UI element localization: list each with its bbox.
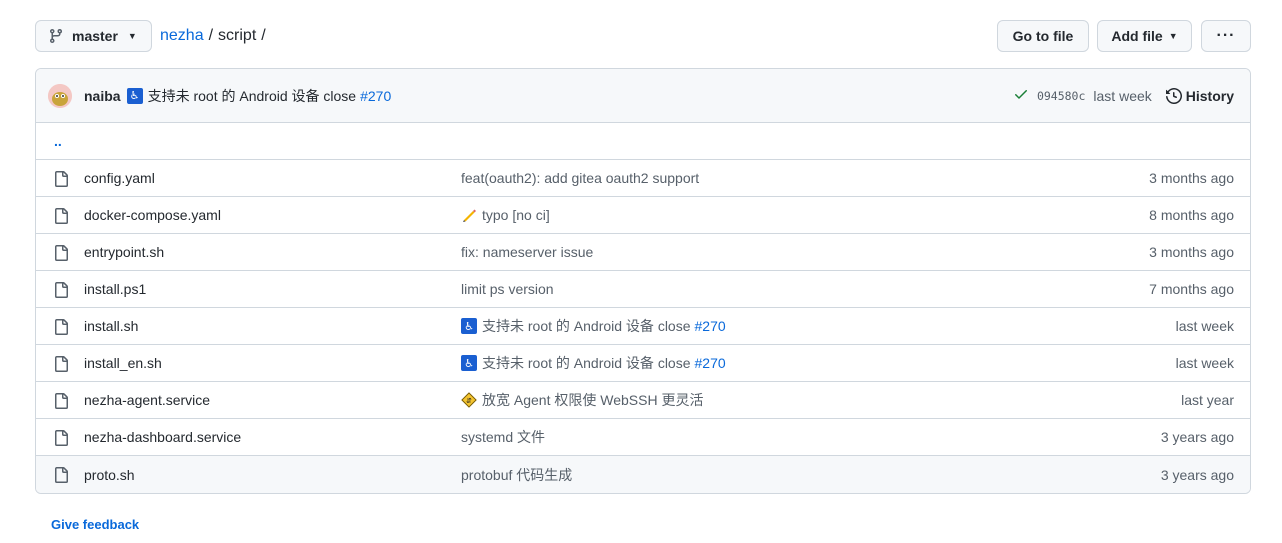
file-commit-message-text[interactable]: feat(oauth2): add gitea oauth2 support: [461, 170, 699, 186]
file-commit-message-text[interactable]: fix: nameserver issue: [461, 244, 593, 260]
file-commit-date: last year: [1181, 392, 1234, 408]
file-commit-message-text[interactable]: 支持未 root 的 Android 设备 close: [482, 353, 691, 373]
file-commit-date: 3 years ago: [1160, 466, 1234, 483]
add-file-label: Add file: [1111, 28, 1163, 44]
file-commit-date: 8 months ago: [1149, 207, 1234, 223]
file-name-link[interactable]: proto.sh: [84, 467, 135, 483]
file-row[interactable]: docker-compose.yaml typo [no ci] 8 months …: [36, 197, 1250, 234]
file-name-link[interactable]: entrypoint.sh: [84, 244, 164, 260]
history-link[interactable]: History: [1165, 88, 1234, 104]
wheelchair-icon: ♿: [461, 318, 482, 334]
wheelchair-icon: ♿: [461, 355, 482, 371]
file-name-link[interactable]: config.yaml: [84, 170, 155, 186]
avatar[interactable]: [48, 83, 72, 108]
file-commit-message[interactable]: ♿ 支持未 root 的 Android 设备 close #270: [461, 316, 726, 336]
file-commit-date: 3 months ago: [1149, 244, 1234, 260]
file-row[interactable]: install.sh ♿ 支持未 root 的 Android 设备 close #2…: [36, 308, 1250, 345]
topbar: master ▼ nezha / script / Go to file Add…: [35, 20, 1251, 52]
file-commit-date: 3 years ago: [1160, 429, 1234, 445]
file-name-link[interactable]: install_en.sh: [84, 355, 162, 371]
file-commit-message-text[interactable]: protobuf 代码生成: [461, 465, 572, 485]
history-label: History: [1185, 88, 1234, 104]
add-file-button[interactable]: Add file ▼: [1097, 20, 1192, 52]
caret-down-icon: ▼: [127, 31, 137, 41]
file-icon: [53, 356, 69, 375]
file-icon: [53, 171, 69, 190]
file-icon: [53, 393, 69, 412]
file-commit-message[interactable]: ♿ 支持未 root 的 Android 设备 close #270: [461, 353, 726, 373]
file-commit-issue-link[interactable]: #270: [695, 355, 726, 371]
parent-directory-row[interactable]: ..: [36, 123, 1250, 160]
history-icon: [1165, 88, 1182, 104]
passport-control-icon: ⇵: [461, 392, 482, 408]
more-options-button[interactable]: ···: [1201, 20, 1251, 52]
check-icon[interactable]: [1013, 86, 1029, 106]
file-commit-message-text[interactable]: 支持未 root 的 Android 设备 close: [482, 316, 691, 336]
breadcrumb: nezha / script /: [160, 20, 271, 52]
file-commit-message[interactable]: typo [no ci]: [461, 207, 550, 223]
file-row[interactable]: install_en.sh ♿ 支持未 root 的 Android 设备 clos…: [36, 345, 1250, 382]
file-commit-message[interactable]: protobuf 代码生成: [461, 465, 572, 485]
file-name-link[interactable]: nezha-dashboard.service: [84, 429, 241, 445]
file-icon: [53, 319, 69, 338]
file-commit-issue-link[interactable]: #270: [695, 318, 726, 334]
file-browser: naiba ♿ 支持未 root 的 Android 设备 close #270…: [35, 68, 1251, 494]
file-commit-date: 7 months ago: [1149, 281, 1234, 297]
commit-sha-link[interactable]: 094580c: [1037, 89, 1085, 103]
parent-directory-link[interactable]: ..: [36, 133, 62, 149]
file-commit-date: last week: [1175, 318, 1234, 334]
file-commit-date: 3 months ago: [1149, 170, 1234, 186]
file-row[interactable]: config.yaml feat(oauth2): add gitea oauth…: [36, 160, 1250, 197]
wheelchair-icon: ♿: [126, 87, 143, 104]
file-commit-message[interactable]: systemd 文件: [461, 427, 545, 447]
file-icon: [53, 245, 69, 264]
commit-message[interactable]: 支持未 root 的 Android 设备 close: [148, 86, 357, 106]
file-commit-message-text[interactable]: systemd 文件: [461, 427, 545, 447]
file-commit-message[interactable]: ⇵ 放宽 Agent 权限使 WebSSH 更灵活: [461, 390, 703, 410]
latest-commit-bar: naiba ♿ 支持未 root 的 Android 设备 close #270…: [36, 69, 1250, 123]
branch-selector-button[interactable]: master ▼: [35, 20, 152, 52]
file-row[interactable]: nezha-agent.service ⇵ 放宽 Agent 权限使 WebSSH …: [36, 382, 1250, 419]
svg-text:⇵: ⇵: [466, 397, 472, 405]
commit-issue-link[interactable]: #270: [360, 88, 391, 104]
file-commit-message[interactable]: fix: nameserver issue: [461, 244, 593, 260]
file-icon: [53, 430, 69, 449]
file-commit-message[interactable]: limit ps version: [461, 281, 554, 297]
branch-name: master: [72, 28, 118, 44]
file-icon: [53, 467, 69, 486]
caret-down-icon: ▼: [1168, 31, 1178, 41]
breadcrumb-separator: /: [208, 27, 214, 44]
file-commit-message-text[interactable]: limit ps version: [461, 281, 554, 297]
file-name-link[interactable]: install.ps1: [84, 281, 146, 297]
file-row[interactable]: nezha-dashboard.service systemd 文件 3 years…: [36, 419, 1250, 456]
file-name-link[interactable]: docker-compose.yaml: [84, 207, 221, 223]
give-feedback-link[interactable]: Give feedback: [51, 517, 139, 532]
pencil-icon: [461, 207, 482, 223]
file-commit-message-text[interactable]: 放宽 Agent 权限使 WebSSH 更灵活: [482, 390, 703, 410]
file-commit-message[interactable]: feat(oauth2): add gitea oauth2 support: [461, 170, 699, 186]
breadcrumb-repo-link[interactable]: nezha: [160, 27, 204, 45]
file-row[interactable]: install.ps1 limit ps version 7 months ago: [36, 271, 1250, 308]
go-to-file-button[interactable]: Go to file: [997, 20, 1089, 52]
commit-meta: 094580c last week History: [1013, 69, 1250, 123]
file-name-link[interactable]: install.sh: [84, 318, 138, 334]
commit-author[interactable]: naiba: [84, 88, 121, 104]
commit-time: last week: [1093, 88, 1152, 104]
file-name-link[interactable]: nezha-agent.service: [84, 392, 210, 408]
breadcrumb-current-folder: script: [218, 27, 257, 44]
file-row[interactable]: entrypoint.sh fix: nameserver issue 3 mont…: [36, 234, 1250, 271]
breadcrumb-separator: /: [261, 27, 266, 44]
file-icon: [53, 282, 69, 301]
git-branch-icon: [49, 29, 62, 44]
file-commit-message-text[interactable]: typo [no ci]: [482, 207, 550, 223]
file-icon: [53, 208, 69, 227]
file-row[interactable]: proto.sh protobuf 代码生成 3 years ago: [36, 456, 1250, 493]
file-commit-date: last week: [1175, 355, 1234, 371]
